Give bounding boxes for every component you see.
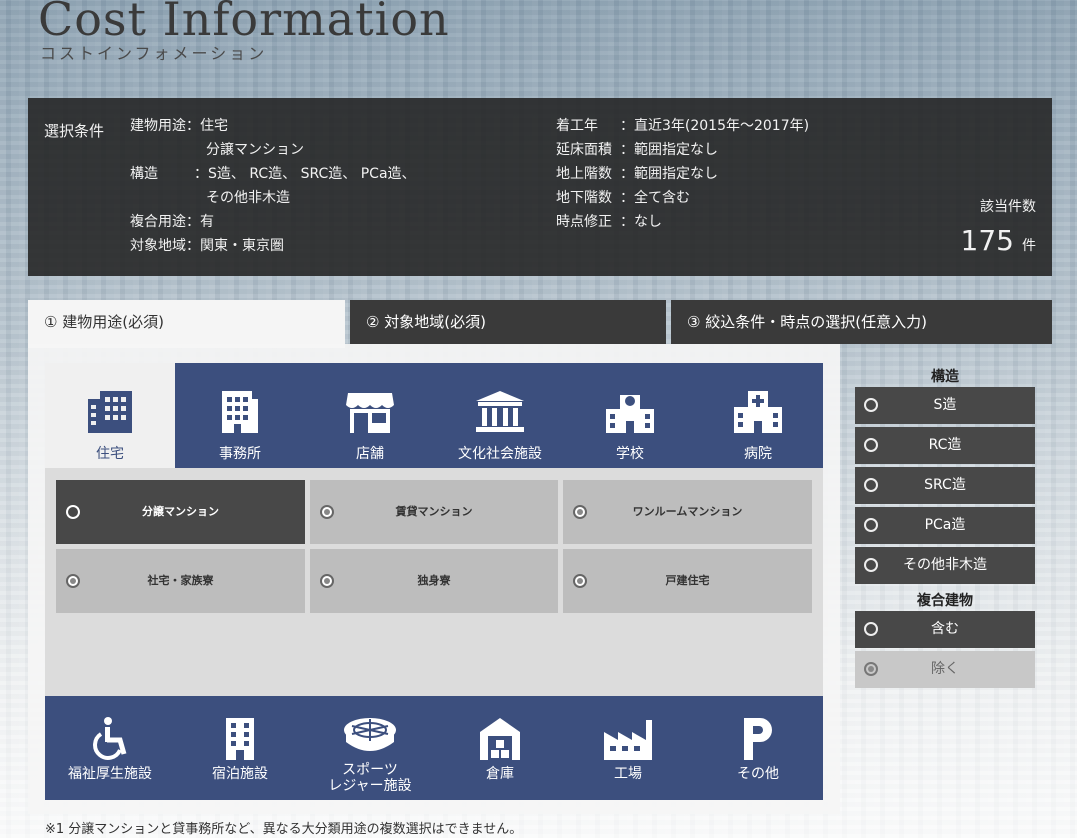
- category-label: スポーツ: [342, 762, 398, 778]
- structure-other-non-wood[interactable]: その他非木造: [855, 547, 1035, 584]
- tab-building-use[interactable]: ① 建物用途(必須): [28, 300, 345, 348]
- radio-icon: [864, 398, 878, 412]
- hospital-icon: [734, 391, 782, 433]
- building-icon: [88, 391, 132, 433]
- summary-row: 地上階数 ：範囲指定なし: [556, 166, 718, 182]
- option-studio-apartment[interactable]: ワンルームマンション: [563, 480, 812, 544]
- category-label: 工場: [614, 766, 642, 782]
- category-warehouse[interactable]: 倉庫: [435, 696, 565, 800]
- category-label: 病院: [744, 446, 772, 462]
- store-icon: [346, 393, 394, 433]
- structure-rc[interactable]: RC造: [855, 427, 1035, 464]
- category-label: 倉庫: [486, 766, 514, 782]
- radio-icon: [864, 622, 878, 636]
- summary-row: 地下階数 ：全て含む: [556, 190, 690, 206]
- category-welfare-facility[interactable]: 福祉厚生施設: [45, 696, 175, 800]
- composite-include[interactable]: 含む: [855, 611, 1035, 648]
- radio-icon: [66, 574, 80, 588]
- category-accommodation[interactable]: 宿泊施設: [175, 696, 305, 800]
- composite-header: 複合建物: [917, 593, 973, 609]
- summary-row: その他非木造: [206, 190, 290, 206]
- summary-row: 延床面積 ：範囲指定なし: [556, 142, 718, 158]
- radio-icon: [573, 574, 587, 588]
- composite-exclude[interactable]: 除く: [855, 651, 1035, 688]
- office-icon: [222, 391, 258, 433]
- category-office[interactable]: 事務所: [175, 363, 305, 468]
- category-cultural-facility[interactable]: 文化社会施設: [435, 363, 565, 468]
- structure-src[interactable]: SRC造: [855, 467, 1035, 504]
- wheelchair-icon: [93, 717, 127, 760]
- radio-icon: [864, 478, 878, 492]
- radio-icon: [320, 574, 334, 588]
- category-school[interactable]: 学校: [565, 363, 695, 468]
- school-icon: [606, 395, 654, 433]
- radio-icon: [864, 662, 878, 676]
- summary-row: 構造 ：S造、 RC造、 SRC造、 PCa造、: [130, 166, 416, 182]
- parking-icon: [744, 718, 772, 760]
- option-detached-house[interactable]: 戸建住宅: [563, 549, 812, 613]
- category-label: 事務所: [219, 446, 261, 462]
- option-single-dormitory[interactable]: 独身寮: [310, 549, 558, 613]
- summary-row: 分譲マンション: [206, 142, 304, 158]
- summary-row: 複合用途：有: [130, 214, 214, 230]
- summary-row: 対象地域：関東・東京圏: [130, 238, 284, 254]
- summary-row: 着工年 ：直近3年(2015年～2017年): [556, 118, 810, 134]
- hotel-icon: [226, 718, 254, 760]
- page-subtitle: コストインフォメーション: [40, 44, 268, 63]
- stadium-icon: [344, 718, 396, 751]
- category-other[interactable]: その他: [693, 696, 823, 800]
- summary-row: 建物用途：住宅: [130, 118, 228, 134]
- category-housing[interactable]: 住宅: [45, 363, 175, 471]
- category-factory[interactable]: 工場: [563, 696, 693, 800]
- selection-label: 選択条件: [44, 122, 105, 140]
- factory-icon: [604, 720, 652, 760]
- radio-icon: [66, 505, 80, 519]
- selection-summary: 選択条件 建物用途：住宅 分譲マンション 構造 ：S造、 RC造、 SRC造、 P…: [28, 98, 1052, 276]
- option-company-housing[interactable]: 社宅・家族寮: [56, 549, 305, 613]
- category-label: 福祉厚生施設: [68, 766, 152, 782]
- tab-filter-conditions[interactable]: ③ 絞込条件・時点の選択(任意入力): [671, 300, 1052, 344]
- result-count: 175 件: [960, 224, 1036, 257]
- radio-icon: [864, 558, 878, 572]
- museum-icon: [476, 391, 524, 432]
- radio-icon: [864, 518, 878, 532]
- category-label: 学校: [616, 446, 644, 462]
- category-label: 店舗: [356, 446, 384, 462]
- structure-pca[interactable]: PCa造: [855, 507, 1035, 544]
- structure-header: 構造: [931, 369, 959, 385]
- radio-icon: [864, 438, 878, 452]
- category-label: レジャー施設: [328, 778, 412, 794]
- radio-icon: [320, 505, 334, 519]
- structure-s[interactable]: S造: [855, 387, 1035, 424]
- category-label: 文化社会施設: [458, 446, 542, 462]
- category-store[interactable]: 店舗: [305, 363, 435, 468]
- radio-icon: [573, 505, 587, 519]
- category-label: 宿泊施設: [212, 766, 268, 782]
- category-hospital[interactable]: 病院: [693, 363, 823, 468]
- summary-row: 時点修正 ：なし: [556, 214, 662, 230]
- option-condominium[interactable]: 分譲マンション: [56, 480, 305, 544]
- category-sports-leisure[interactable]: スポーツ レジャー施設: [305, 696, 435, 800]
- category-label: 住宅: [96, 446, 124, 462]
- tab-target-region[interactable]: ② 対象地域(必須): [350, 300, 666, 344]
- footnote: ※1 分譲マンションと貸事務所など、異なる大分類用途の複数選択はできません。: [45, 822, 523, 837]
- category-label: その他: [737, 766, 779, 782]
- result-count-label: 該当件数: [980, 199, 1036, 215]
- warehouse-icon: [480, 718, 520, 760]
- option-rental-apartment[interactable]: 賃貸マンション: [310, 480, 558, 544]
